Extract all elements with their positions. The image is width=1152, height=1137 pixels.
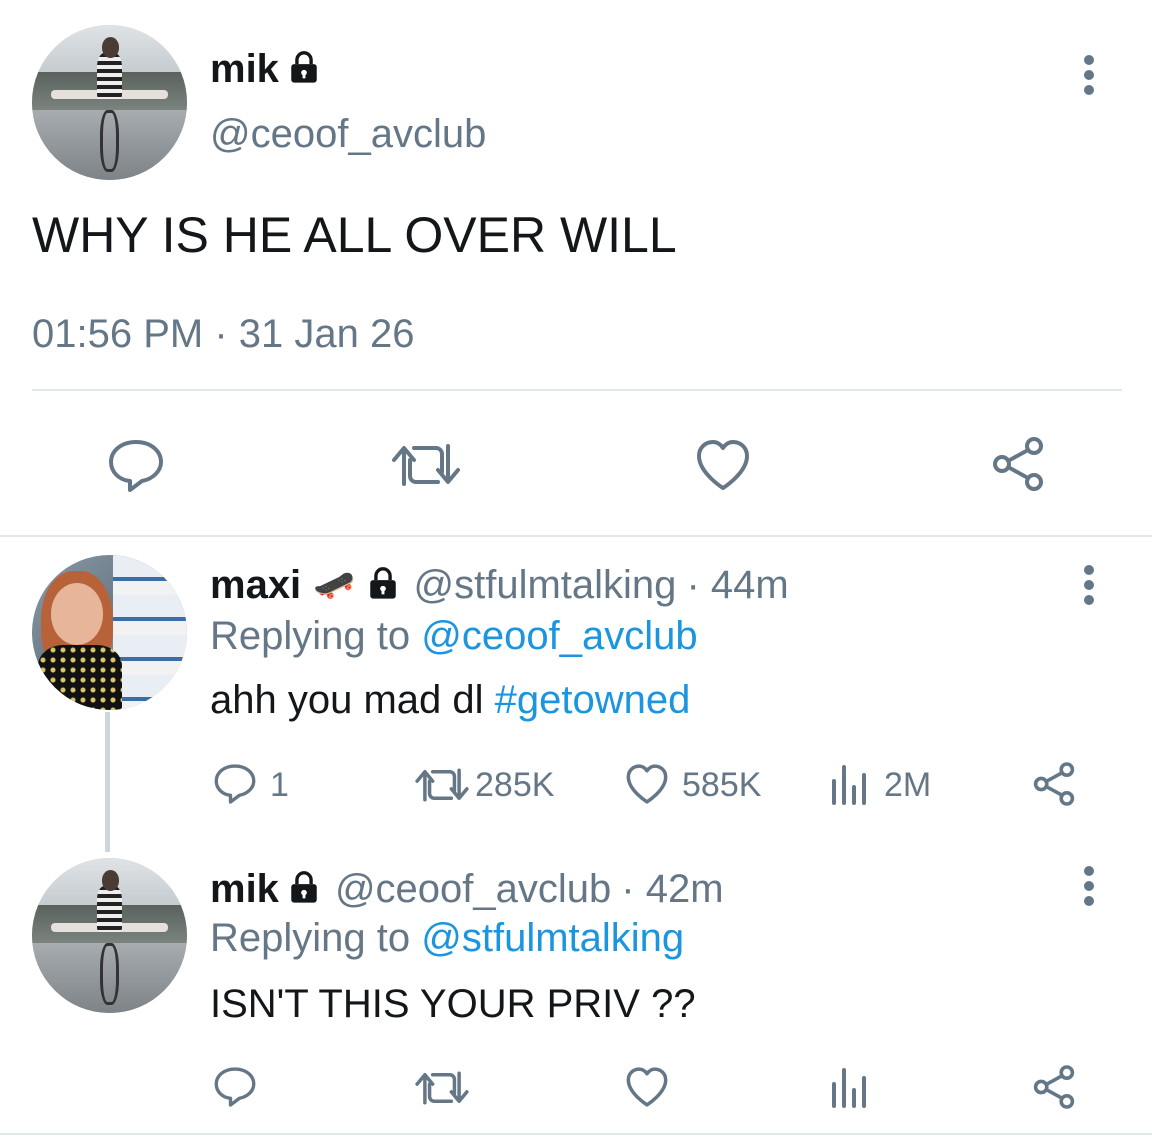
views-icon[interactable] [830,1066,870,1108]
display-name: mik [210,866,279,911]
reply-time: · 44m [686,562,789,607]
retweet-icon[interactable] [414,1068,470,1108]
reply-time: · 42m [621,866,724,911]
avatar-reply[interactable] [32,555,187,710]
main-tweet-text: WHY IS HE ALL OVER WILL [32,207,677,263]
retweet-icon[interactable] [414,765,470,805]
lock-icon [366,566,400,605]
retweet-count: 285K [475,766,555,804]
reply-text: ISN'T THIS YOUR PRIV ?? [210,982,696,1026]
avatar-main[interactable] [32,25,187,180]
reply-icon[interactable] [212,763,258,805]
avatar-reply[interactable] [32,858,187,1013]
reply-icon[interactable] [106,438,166,494]
share-icon[interactable] [988,434,1048,494]
replying-to-label: Replying to [210,916,411,960]
display-name: mik [210,46,279,91]
like-icon[interactable] [694,438,752,492]
like-icon[interactable] [624,1066,670,1108]
more-options-icon[interactable] [1074,55,1104,95]
reply-handle: @ceoof_avclub [334,866,612,911]
main-handle[interactable]: @ceoof_avclub [210,112,486,157]
reply-header[interactable]: maxi 🛹 @stfulmtalking · 44m [210,560,789,610]
replying-to: Replying to @stfulmtalking [210,916,684,961]
reply-count: 1 [270,766,289,804]
retweet-icon[interactable] [390,440,462,490]
hashtag-link[interactable]: #getowned [495,678,691,722]
replying-to: Replying to @ceoof_avclub [210,614,698,659]
like-count: 585K [682,766,762,804]
main-author[interactable]: mik [210,44,321,94]
reply-text: ahh you mad dl #getowned [210,678,690,723]
main-timestamp[interactable]: 01:56 PM · 31 Jan 26 [32,312,414,357]
views-icon[interactable] [830,763,870,805]
mention-link[interactable]: @stfulmtalking [421,916,684,960]
like-icon[interactable] [624,763,670,805]
divider [0,535,1152,537]
share-icon[interactable] [1030,1063,1078,1111]
replying-to-label: Replying to [210,614,411,658]
lock-icon [287,50,321,89]
share-icon[interactable] [1030,760,1078,808]
reply-header[interactable]: mik @ceoof_avclub · 42m [210,864,724,914]
reply-icon[interactable] [212,1066,258,1108]
more-options-icon[interactable] [1074,866,1104,906]
reply-body: ahh you mad dl [210,678,484,722]
reply-handle: @stfulmtalking [413,562,677,607]
skateboard-emoji: 🛹 [313,566,356,604]
divider [32,389,1122,391]
display-name: maxi [210,562,302,607]
lock-icon [287,870,321,909]
mention-link[interactable]: @ceoof_avclub [421,614,697,658]
more-options-icon[interactable] [1074,565,1104,605]
views-count: 2M [884,766,932,804]
thread-connector [105,712,110,852]
divider [0,1133,1152,1135]
